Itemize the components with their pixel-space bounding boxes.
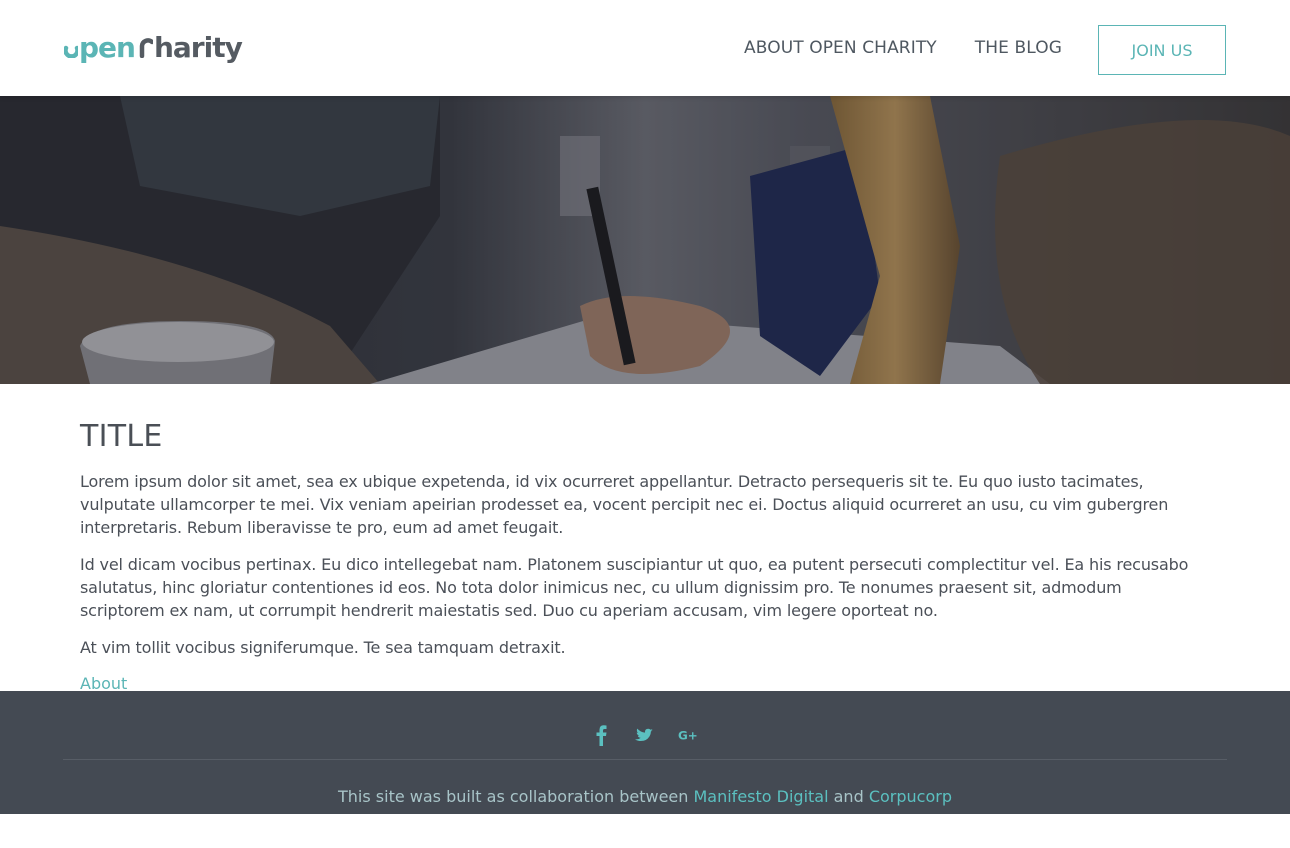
main-content: TITLE Lorem ipsum dolor sit amet, sea ex…: [0, 384, 1290, 693]
footer-credit: This site was built as collaboration bet…: [0, 787, 1290, 806]
logo-text-open: pen: [79, 30, 136, 64]
hero-photo: [0, 96, 1290, 384]
site-footer: G+ This site was built as collaboration …: [0, 691, 1290, 814]
body-paragraph-1: Lorem ipsum dolor sit amet, sea ex ubiqu…: [80, 472, 1169, 537]
facebook-icon[interactable]: [590, 723, 612, 747]
social-links: G+: [0, 723, 1290, 747]
manifesto-digital-link[interactable]: Manifesto Digital: [693, 787, 828, 806]
body-paragraph-2: Id vel dicam vocibus pertinax. Eu dico i…: [80, 555, 1189, 620]
credit-text: This site was built as collaboration bet…: [338, 787, 694, 806]
hero-image: [0, 96, 1290, 384]
google-plus-icon[interactable]: G+: [678, 723, 700, 747]
body-paragraph-3: At vim tollit vocibus signiferumque. Te …: [80, 638, 566, 657]
logo-c-mark-icon: [139, 38, 153, 58]
footer-divider: [63, 759, 1227, 760]
logo-text-charity: harity: [153, 30, 243, 64]
corpucorp-link[interactable]: Corpucorp: [869, 787, 952, 806]
svg-text:G+: G+: [678, 729, 698, 743]
join-us-button[interactable]: JOIN US: [1098, 25, 1226, 75]
logo-o-mark-icon: [64, 45, 78, 58]
credit-and-text: and: [828, 787, 869, 806]
main-nav: ABOUT OPEN CHARITY THE BLOG JOIN US: [706, 24, 1226, 76]
nav-the-blog[interactable]: THE BLOG: [975, 38, 1062, 58]
open-charity-logo[interactable]: pen harity: [64, 28, 243, 66]
page-title: TITLE: [80, 419, 163, 454]
site-header: pen harity ABOUT OPEN CHARITY THE BLOG J…: [0, 0, 1290, 96]
nav-about-open-charity[interactable]: ABOUT OPEN CHARITY: [744, 38, 937, 58]
twitter-icon[interactable]: [634, 723, 656, 747]
